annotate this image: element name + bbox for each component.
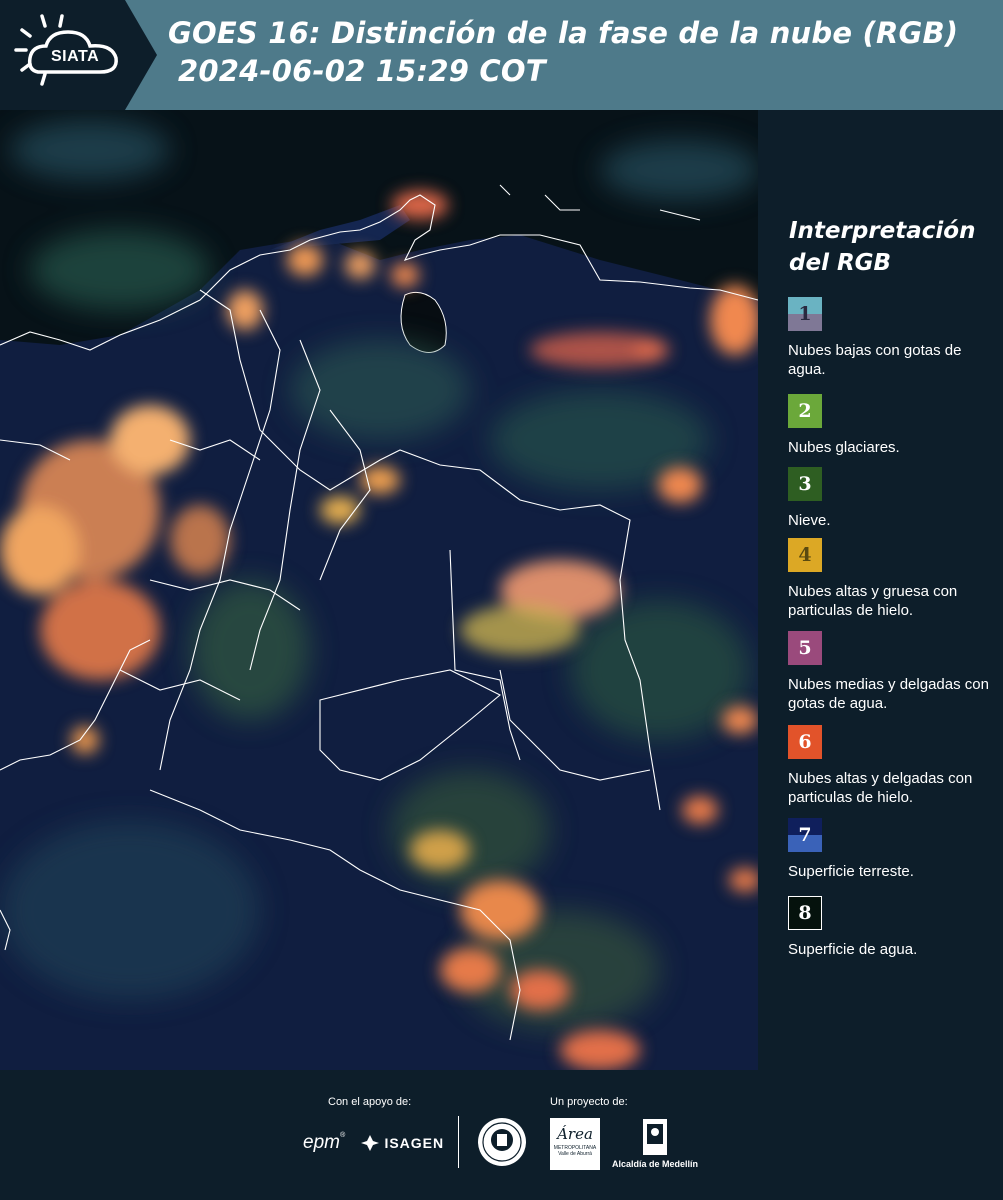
legend-swatch-1: 1: [788, 297, 822, 331]
legend-number-1: 1: [798, 303, 812, 325]
legend-swatch-5: 5: [788, 631, 822, 665]
legend-number-5: 5: [798, 637, 812, 659]
legend-number-3: 3: [798, 473, 812, 495]
seal-logo: [476, 1116, 528, 1173]
alcaldia-shield-icon: [643, 1119, 667, 1155]
satellite-image: [0, 110, 758, 1070]
legend-number-8: 8: [798, 902, 812, 924]
legend-swatch-2: 2: [788, 394, 822, 428]
legend-title: Interpretación del RGB: [789, 218, 976, 276]
legend-item-1: 1 Nubes bajas con gotas de agua.: [788, 297, 1003, 379]
satellite-map: [0, 110, 758, 1070]
legend-number-2: 2: [798, 400, 812, 422]
legend-item-8: 8 Superficie de agua.: [788, 896, 1003, 959]
alcaldia-logo: Alcaldía de Medellín: [610, 1118, 700, 1169]
footer: Con el apoyo de: Un proyecto de: epm® IS…: [0, 1070, 1003, 1200]
title-line-1: GOES 16: Distinción de la fase de la nub…: [168, 16, 959, 50]
area-metropolitana-logo: Área METROPOLITANA Valle de Aburrá: [550, 1118, 600, 1170]
legend-item-7: 7 Superficie terreste.: [788, 818, 1003, 881]
logo-text: SIATA: [51, 48, 100, 65]
legend-label-1: Nubes bajas con gotas de agua.: [788, 342, 962, 378]
legend-item-5: 5 Nubes medias y delgadas con gotas de a…: [788, 631, 1003, 713]
legend-swatch-4: 4: [788, 538, 822, 572]
legend-item-2: 2 Nubes glaciares.: [788, 394, 1003, 457]
legend-item-3: 3 Nieve.: [788, 467, 1003, 530]
legend-number-6: 6: [798, 731, 812, 753]
page-title: GOES 16: Distinción de la fase de la nub…: [168, 14, 958, 90]
legend-swatch-3: 3: [788, 467, 822, 501]
epm-text: epm: [303, 1132, 340, 1153]
legend-item-4: 4 Nubes altas y gruesa con particulas de…: [788, 538, 1003, 620]
isagen-text: ISAGEN: [384, 1135, 445, 1151]
legend-label-2: Nubes glaciares.: [788, 439, 900, 456]
legend-swatch-7: 7: [788, 818, 822, 852]
siata-logo: SIATA: [0, 0, 160, 110]
legend-item-6: 6 Nubes altas y delgadas con particulas …: [788, 725, 1003, 807]
legend-number-4: 4: [798, 544, 812, 566]
project-label: Un proyecto de:: [550, 1096, 628, 1108]
isagen-icon: [361, 1135, 379, 1151]
legend-label-4: Nubes altas y gruesa con particulas de h…: [788, 583, 958, 619]
legend-label-3: Nieve.: [788, 512, 831, 529]
isagen-logo: ISAGEN: [360, 1133, 444, 1153]
support-label: Con el apoyo de:: [328, 1096, 412, 1108]
seal-icon: [478, 1118, 526, 1166]
legend-label-5: Nubes medias y delgadas con gotas de agu…: [788, 676, 989, 712]
legend-number-7: 7: [798, 824, 812, 846]
legend-swatch-6: 6: [788, 725, 822, 759]
legend-label-8: Superficie de agua.: [788, 941, 918, 958]
title-line-2: 2024-06-02 15:29 COT: [178, 54, 546, 88]
legend-panel: Interpretación del RGB 1 Nubes bajas con…: [775, 110, 1003, 1070]
legend-label-6: Nubes altas y delgadas con particulas de…: [788, 770, 973, 806]
alcaldia-text: Alcaldía de Medellín: [611, 1159, 699, 1169]
legend-label-7: Superficie terreste.: [788, 863, 914, 880]
area-metropolitana-name: Área: [557, 1125, 593, 1143]
header-bar: SIATA GOES 16: Distinción de la fase de …: [0, 0, 1003, 110]
area-metropolitana-region: Valle de Aburrá: [558, 1151, 592, 1157]
footer-divider: [458, 1116, 459, 1168]
epm-logo: epm®: [303, 1132, 346, 1153]
legend-swatch-8: 8: [788, 896, 822, 930]
